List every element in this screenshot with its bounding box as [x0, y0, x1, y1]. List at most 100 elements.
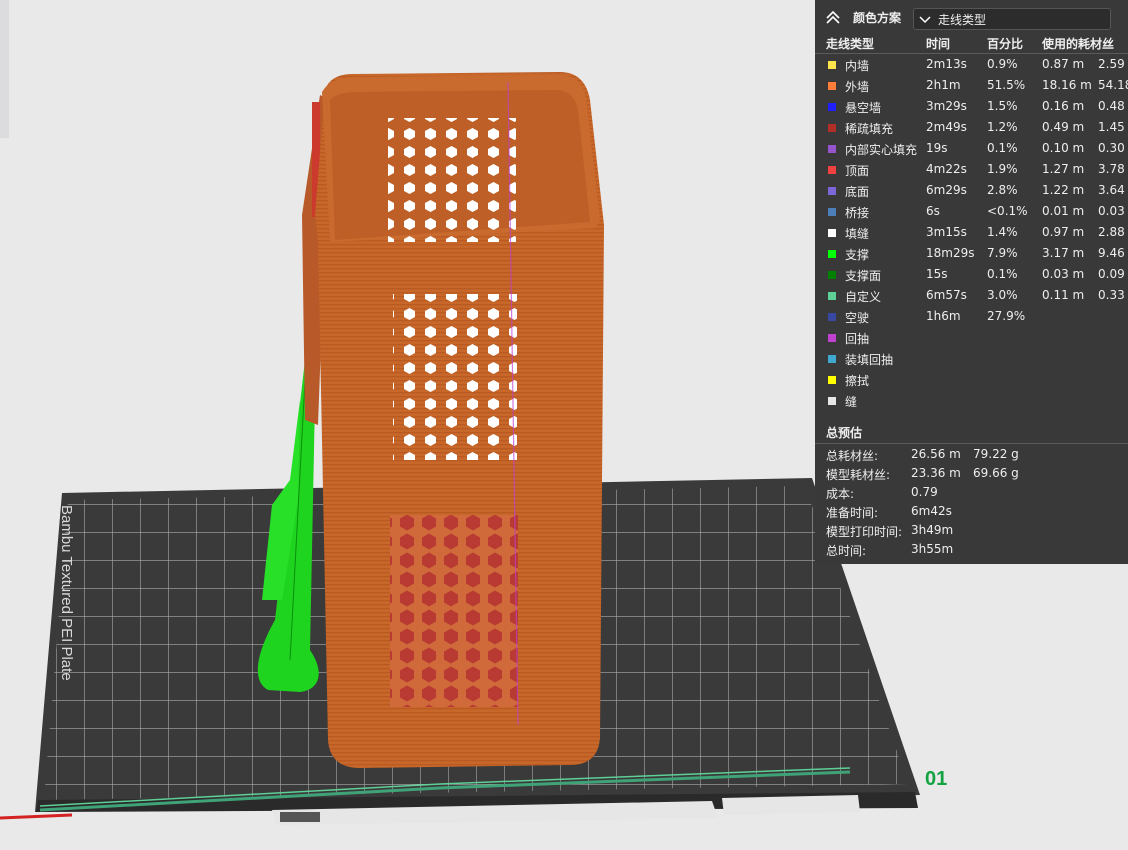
legend-weight: 2.88	[1098, 225, 1125, 239]
color-swatch	[828, 103, 836, 111]
legend-time: 2h1m	[926, 78, 961, 92]
legend-type-name: 填缝	[845, 227, 870, 241]
color-swatch	[828, 208, 836, 216]
summary-label: 模型打印时间:	[826, 525, 903, 539]
plate-number[interactable]: 01	[925, 768, 947, 790]
legend-percent: 0.1%	[987, 141, 1018, 155]
legend-type-name: 内墙	[845, 59, 870, 73]
legend-time: 3m15s	[926, 225, 967, 239]
legend-time: 2m49s	[926, 120, 967, 134]
color-swatch	[828, 166, 836, 174]
col-header-percent: 百分比	[987, 37, 1024, 51]
legend-type-name: 顶面	[845, 164, 870, 178]
summary-value: 23.36 m	[911, 466, 961, 480]
legend-type-name: 支撑面	[845, 269, 882, 283]
legend-length: 1.27 m	[1042, 162, 1085, 176]
legend-type-name: 悬空墙	[845, 101, 882, 115]
legend-row[interactable]: 空驶 1h6m 27.9%	[815, 307, 1128, 328]
plate-texture-label: Bambu Textured PEI Plate	[58, 505, 75, 681]
legend-length: 0.87 m	[1042, 57, 1085, 71]
legend-time: 6m29s	[926, 183, 967, 197]
legend-percent: 1.9%	[987, 162, 1018, 176]
legend-row[interactable]: 缝	[815, 391, 1128, 412]
col-header-type: 走线类型	[826, 37, 875, 51]
legend-percent: 1.2%	[987, 120, 1018, 134]
legend-row[interactable]: 擦拭	[815, 370, 1128, 391]
legend-weight: 0.33	[1098, 288, 1125, 302]
legend-row[interactable]: 装填回抽	[815, 349, 1128, 370]
summary-row: 模型耗材丝: 23.36 m 69.66 g	[815, 465, 1128, 484]
left-toolbar-edge	[0, 0, 9, 138]
summary-label: 模型耗材丝:	[826, 468, 891, 482]
legend-time: 18m29s	[926, 246, 975, 260]
legend-weight: 9.46	[1098, 246, 1125, 260]
legend-percent: 51.5%	[987, 78, 1026, 92]
legend-percent: <0.1%	[987, 204, 1028, 218]
color-swatch	[828, 145, 836, 153]
legend-type-name: 支撑	[845, 248, 870, 262]
color-scheme-dropdown[interactable]: 走线类型	[913, 8, 1111, 30]
legend-type-name: 缝	[845, 395, 858, 409]
legend-length: 0.49 m	[1042, 120, 1085, 134]
legend-weight: 1.45	[1098, 120, 1125, 134]
col-header-filament: 使用的耗材丝	[1042, 37, 1115, 51]
legend-time: 19s	[926, 141, 948, 155]
legend-percent: 3.0%	[987, 288, 1018, 302]
legend-percent: 0.1%	[987, 267, 1018, 281]
legend-row[interactable]: 桥接 6s <0.1% 0.01 m 0.03	[815, 202, 1128, 223]
legend-length: 0.10 m	[1042, 141, 1085, 155]
summary-value: 0.79	[911, 485, 938, 499]
summary-row: 模型打印时间: 3h49m	[815, 522, 1128, 541]
color-swatch	[828, 292, 836, 300]
summary-value-2: 79.22 g	[973, 447, 1019, 461]
summary-label: 总时间:	[826, 544, 867, 558]
summary-row: 总时间: 3h55m	[815, 541, 1128, 560]
header-divider	[815, 53, 1128, 54]
summary-row: 总耗材丝: 26.56 m 79.22 g	[815, 446, 1128, 465]
legend-time: 6m57s	[926, 288, 967, 302]
legend-type-name: 回抽	[845, 332, 870, 346]
legend-row[interactable]: 顶面 4m22s 1.9% 1.27 m 3.78	[815, 160, 1128, 181]
legend-length: 0.11 m	[1042, 288, 1085, 302]
legend-weight: 54.18	[1098, 78, 1128, 92]
legend-type-name: 擦拭	[845, 374, 870, 388]
legend-percent: 1.4%	[987, 225, 1018, 239]
color-swatch	[828, 229, 836, 237]
legend-length: 0.03 m	[1042, 267, 1085, 281]
color-swatch	[828, 313, 836, 321]
legend-weight: 0.03	[1098, 204, 1125, 218]
legend-length: 0.16 m	[1042, 99, 1085, 113]
color-swatch	[828, 124, 836, 132]
legend-row[interactable]: 填缝 3m15s 1.4% 0.97 m 2.88	[815, 223, 1128, 244]
color-swatch	[828, 376, 836, 384]
summary-value: 3h55m	[911, 542, 954, 556]
legend-row[interactable]: 悬空墙 3m29s 1.5% 0.16 m 0.48	[815, 97, 1128, 118]
color-swatch	[828, 355, 836, 363]
chevron-down-icon	[919, 16, 931, 24]
legend-weight: 0.09	[1098, 267, 1125, 281]
legend-row[interactable]: 外墙 2h1m 51.5% 18.16 m 54.18	[815, 76, 1128, 97]
legend-weight: 2.59	[1098, 57, 1125, 71]
legend-row[interactable]: 支撑面 15s 0.1% 0.03 m 0.09	[815, 265, 1128, 286]
legend-length: 0.97 m	[1042, 225, 1085, 239]
color-scheme-value: 走线类型	[938, 13, 987, 27]
legend-type-name: 稀疏填充	[845, 122, 894, 136]
legend-row[interactable]: 稀疏填充 2m49s 1.2% 0.49 m 1.45	[815, 118, 1128, 139]
legend-type-name: 桥接	[845, 206, 870, 220]
legend-row[interactable]: 底面 6m29s 2.8% 1.22 m 3.64	[815, 181, 1128, 202]
legend-percent: 27.9%	[987, 309, 1026, 323]
legend-row[interactable]: 回抽	[815, 328, 1128, 349]
summary-label: 总耗材丝:	[826, 449, 879, 463]
legend-percent: 2.8%	[987, 183, 1018, 197]
summary-value-2: 69.66 g	[973, 466, 1019, 480]
legend-weight: 0.48	[1098, 99, 1125, 113]
legend-row[interactable]: 内部实心填充 19s 0.1% 0.10 m 0.30	[815, 139, 1128, 160]
legend-row[interactable]: 内墙 2m13s 0.9% 0.87 m 2.59	[815, 55, 1128, 76]
legend-row[interactable]: 支撑 18m29s 7.9% 3.17 m 9.46	[815, 244, 1128, 265]
collapse-chevron-icon[interactable]	[823, 8, 843, 28]
legend-row[interactable]: 自定义 6m57s 3.0% 0.11 m 0.33	[815, 286, 1128, 307]
legend-weight: 3.78	[1098, 162, 1125, 176]
legend-length: 3.17 m	[1042, 246, 1085, 260]
color-scheme-label: 颜色方案	[853, 11, 902, 25]
legend-type-name: 外墙	[845, 80, 870, 94]
